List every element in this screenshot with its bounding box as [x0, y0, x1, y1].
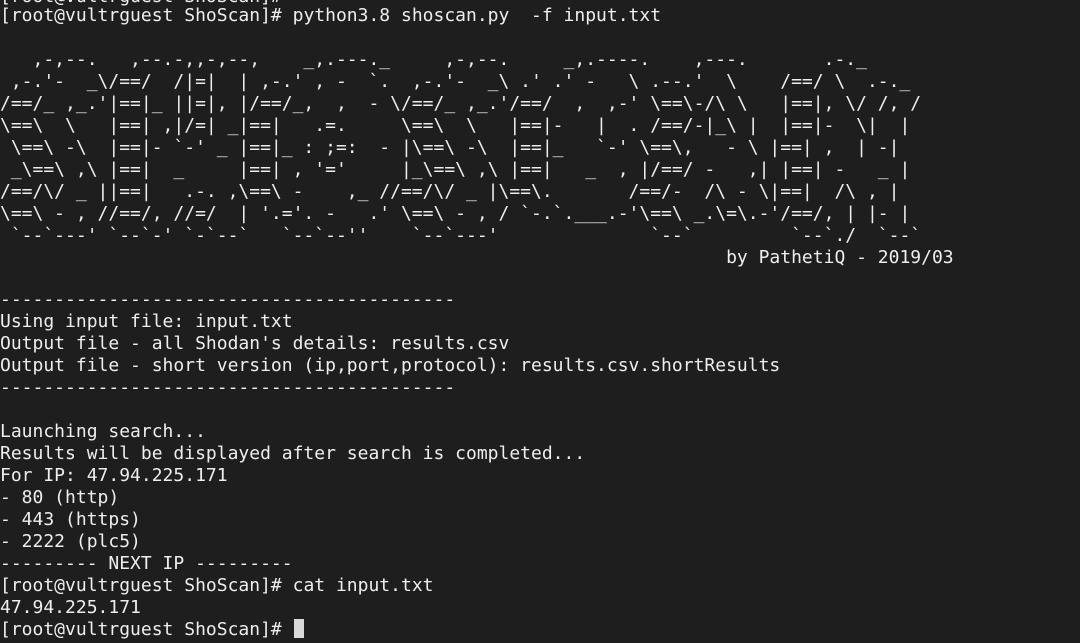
command-line: [root@vultrguest ShoScan]# python3.8 sho…: [0, 5, 661, 27]
cat-output-line: 47.94.225.171: [0, 597, 141, 618]
next-ip-line: --------- NEXT IP ---------: [0, 553, 293, 574]
ascii-banner-line: \==\ - , //==/, //=/ | '.='. - .' \==\ -…: [0, 203, 911, 224]
output-file-short-line: Output file - short version (ip,port,pro…: [0, 355, 781, 376]
for-ip-line: For IP: 47.94.225.171: [0, 465, 228, 486]
active-prompt-line[interactable]: [root@vultrguest ShoScan]#: [0, 619, 304, 641]
ascii-banner-line: \==\ \ |==| ,|/=| _|==| .=. \==\ \ |==|-…: [0, 115, 911, 136]
separator: ----------------------------------------…: [0, 377, 456, 398]
byline: by PathetiQ - 2019/03: [0, 247, 954, 268]
port-line: - 2222 (plc5): [0, 531, 141, 552]
shell-prompt: [root@vultrguest ShoScan]#: [0, 5, 293, 26]
terminal-window[interactable]: [root@vultrguest ShoScan]# [root@vultrgu…: [0, 0, 1080, 643]
ascii-banner-line: _\==\ ,\ |==| _ |==| , '=' |_\==\ ,\ |==…: [0, 159, 911, 180]
shell-prompt: [root@vultrguest ShoScan]#: [0, 619, 293, 640]
port-line: - 443 (https): [0, 509, 141, 530]
ascii-banner-line: /==/\/ _ ||==| .-. ,\==\ - ,_ //==/\/ _ …: [0, 181, 900, 202]
separator: ----------------------------------------…: [0, 289, 456, 310]
command-line: [root@vultrguest ShoScan]# cat input.txt: [0, 575, 434, 597]
shell-prompt: [root@vultrguest ShoScan]#: [0, 575, 293, 596]
cursor[interactable]: [293, 619, 304, 638]
input-file-line: Using input file: input.txt: [0, 311, 293, 332]
ascii-banner-line: `--`---' `--`-' `-`--` `--`--'' `--`---'…: [0, 225, 922, 246]
results-note-line: Results will be displayed after search i…: [0, 443, 586, 464]
command-text: python3.8 shoscan.py -f input.txt: [292, 5, 662, 26]
output-file-line: Output file - all Shodan's details: resu…: [0, 333, 510, 354]
ascii-banner-line: ,-,--. ,--.-,,-,--, _,.---._ ,-,--. _,.-…: [0, 49, 867, 70]
command-text: cat input.txt: [292, 575, 434, 596]
launching-line: Launching search...: [0, 421, 206, 442]
port-line: - 80 (http): [0, 487, 120, 508]
ascii-banner-line: ,-.'- _\/==/ /|=| | ,-.' , - `. ,-.'- _\…: [0, 71, 911, 92]
ascii-banner-line: /==/_ ,_.'|==|_ ||=|, |/==/_, , - \/==/_…: [0, 93, 922, 114]
ascii-banner-line: \==\ -\ |==|- `-' _ |==|_ : ;=: - |\==\ …: [0, 137, 900, 158]
